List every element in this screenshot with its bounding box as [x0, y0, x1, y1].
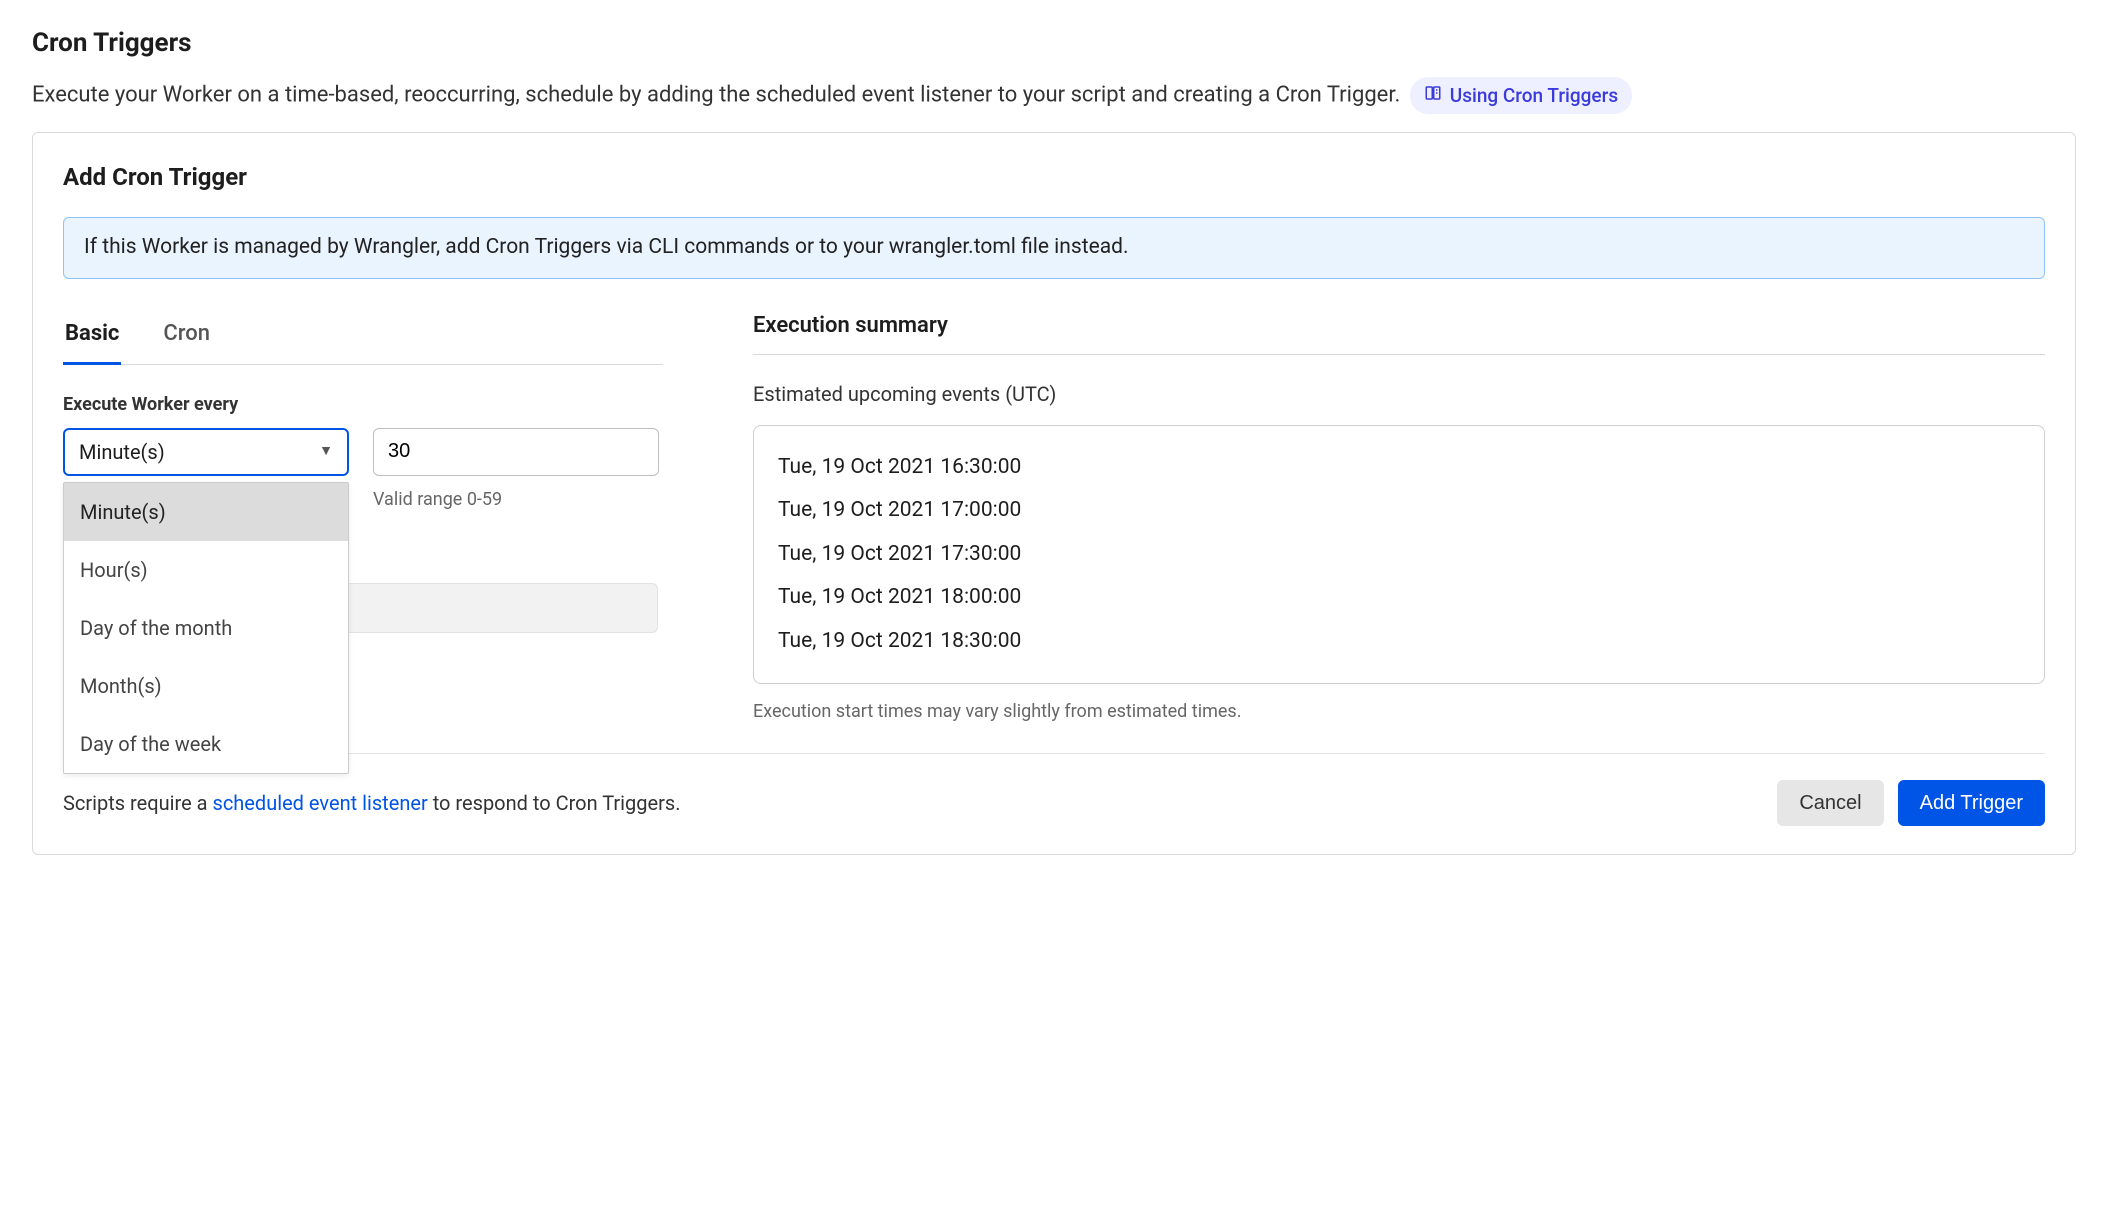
event-row: Tue, 19 Oct 2021 16:30:00: [778, 446, 2020, 490]
interval-helper: Valid range 0-59: [373, 486, 659, 513]
unit-option-day-of-month[interactable]: Day of the month: [64, 599, 348, 657]
execution-summary-column: Execution summary Estimated upcoming eve…: [753, 309, 2045, 726]
footer-note: Scripts require a scheduled event listen…: [63, 788, 680, 818]
info-banner: If this Worker is managed by Wrangler, a…: [63, 217, 2045, 279]
add-cron-card: Add Cron Trigger If this Worker is manag…: [32, 132, 2076, 855]
chevron-down-icon: ▼: [319, 441, 333, 462]
footer-text-after: to respond to Cron Triggers.: [428, 791, 681, 815]
event-row: Tue, 19 Oct 2021 18:00:00: [778, 576, 2020, 620]
page-description-text: Execute your Worker on a time-based, reo…: [32, 83, 1400, 108]
unit-select[interactable]: Minute(s) ▼: [63, 428, 349, 476]
unit-option-hours[interactable]: Hour(s): [64, 541, 348, 599]
add-trigger-button[interactable]: Add Trigger: [1898, 780, 2045, 826]
docs-link-label: Using Cron Triggers: [1450, 81, 1618, 110]
book-icon: [1424, 81, 1442, 110]
page-description: Execute your Worker on a time-based, reo…: [32, 77, 2076, 114]
interval-value-input[interactable]: [373, 428, 659, 476]
card-title: Add Cron Trigger: [63, 159, 2045, 195]
event-row: Tue, 19 Oct 2021 17:00:00: [778, 489, 2020, 533]
summary-title: Execution summary: [753, 309, 2045, 355]
tab-basic[interactable]: Basic: [63, 309, 121, 365]
upcoming-events-box: Tue, 19 Oct 2021 16:30:00 Tue, 19 Oct 20…: [753, 425, 2045, 685]
page-title: Cron Triggers: [32, 24, 2076, 63]
summary-footnote: Execution start times may vary slightly …: [753, 698, 2045, 725]
tab-cron[interactable]: Cron: [161, 309, 212, 365]
interval-label: Execute Worker every: [63, 391, 663, 418]
unit-dropdown: Minute(s) Hour(s) Day of the month Month…: [63, 482, 349, 774]
config-tabs: Basic Cron: [63, 309, 663, 365]
scheduled-listener-link[interactable]: scheduled event listener: [213, 791, 428, 815]
unit-option-day-of-week[interactable]: Day of the week: [64, 715, 348, 773]
cancel-button[interactable]: Cancel: [1777, 780, 1883, 826]
unit-option-minutes[interactable]: Minute(s): [64, 483, 348, 541]
event-row: Tue, 19 Oct 2021 18:30:00: [778, 620, 2020, 664]
card-footer: Scripts require a scheduled event listen…: [63, 753, 2045, 826]
basic-config-column: Basic Cron Execute Worker every Minute(s…: [63, 309, 663, 633]
unit-select-value: Minute(s): [79, 437, 165, 467]
summary-subhead: Estimated upcoming events (UTC): [753, 379, 2045, 409]
docs-link[interactable]: Using Cron Triggers: [1410, 77, 1632, 114]
footer-text-before: Scripts require a: [63, 791, 213, 815]
event-row: Tue, 19 Oct 2021 17:30:00: [778, 533, 2020, 577]
unit-option-months[interactable]: Month(s): [64, 657, 348, 715]
